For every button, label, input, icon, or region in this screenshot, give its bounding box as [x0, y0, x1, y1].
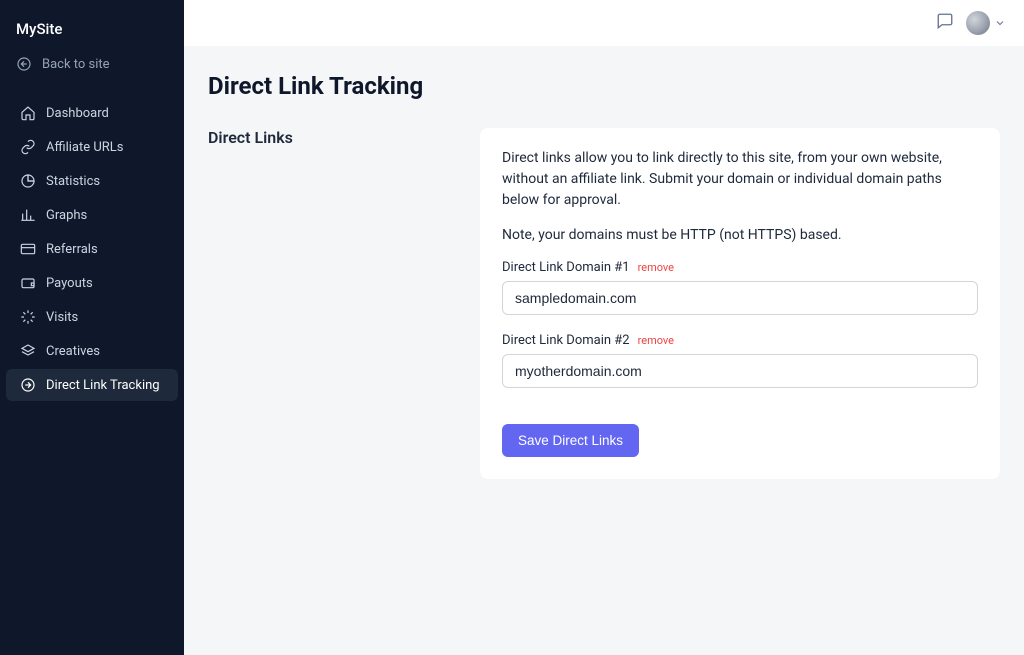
arrow-left-circle-icon	[16, 56, 32, 72]
sidebar-item-payouts[interactable]: Payouts	[6, 267, 178, 299]
domain-2-label: Direct Link Domain #2	[502, 333, 630, 348]
layers-icon	[20, 343, 36, 359]
back-to-site-label: Back to site	[42, 57, 110, 72]
sidebar-item-affiliate-urls[interactable]: Affiliate URLs	[6, 131, 178, 163]
site-title: MySite	[0, 16, 184, 46]
pie-chart-icon	[20, 173, 36, 189]
sidebar-item-label: Creatives	[46, 344, 100, 359]
domain-2-input[interactable]	[502, 354, 978, 388]
content-row: Direct Links Direct links allow you to l…	[208, 128, 1000, 479]
link-icon	[20, 139, 36, 155]
sidebar-item-dashboard[interactable]: Dashboard	[6, 97, 178, 129]
sidebar-item-label: Payouts	[46, 276, 93, 291]
sidebar-item-graphs[interactable]: Graphs	[6, 199, 178, 231]
sidebar-item-referrals[interactable]: Referrals	[6, 233, 178, 265]
sidebar-item-creatives[interactable]: Creatives	[6, 335, 178, 367]
sidebar-item-visits[interactable]: Visits	[6, 301, 178, 333]
back-to-site-link[interactable]: Back to site	[0, 46, 184, 82]
sidebar-item-label: Affiliate URLs	[46, 140, 124, 155]
wallet-icon	[20, 275, 36, 291]
sidebar: MySite Back to site Dashboard Affiliate …	[0, 0, 184, 655]
page-title: Direct Link Tracking	[208, 72, 1000, 100]
sidebar-item-direct-link-tracking[interactable]: Direct Link Tracking	[6, 369, 178, 401]
domain-1-remove-link[interactable]: remove	[638, 261, 674, 274]
panel-intro-text: Direct links allow you to link directly …	[502, 148, 978, 211]
sidebar-item-label: Referrals	[46, 242, 98, 257]
domain-2-remove-link[interactable]: remove	[638, 334, 674, 347]
topbar	[184, 0, 1024, 46]
domain-1-input[interactable]	[502, 281, 978, 315]
main-area: Direct Link Tracking Direct Links Direct…	[184, 0, 1024, 655]
arrow-right-circle-icon	[20, 377, 36, 393]
chevron-down-icon	[994, 14, 1006, 33]
avatar	[966, 11, 990, 35]
sidebar-item-label: Statistics	[46, 174, 100, 189]
section-heading: Direct Links	[208, 128, 456, 147]
credit-card-icon	[20, 241, 36, 257]
sparkle-icon	[20, 309, 36, 325]
sidebar-item-label: Graphs	[46, 208, 87, 223]
content: Direct Link Tracking Direct Links Direct…	[184, 46, 1024, 505]
sidebar-item-label: Dashboard	[46, 106, 109, 121]
sidebar-item-label: Direct Link Tracking	[46, 378, 160, 393]
sidebar-item-label: Visits	[46, 310, 78, 325]
panel-note-text: Note, your domains must be HTTP (not HTT…	[502, 225, 978, 246]
domain-field-1: Direct Link Domain #1 remove	[502, 260, 978, 315]
save-direct-links-button[interactable]: Save Direct Links	[502, 424, 639, 457]
bar-chart-icon	[20, 207, 36, 223]
sidebar-item-statistics[interactable]: Statistics	[6, 165, 178, 197]
domain-1-label: Direct Link Domain #1	[502, 260, 630, 275]
user-menu[interactable]	[966, 11, 1006, 35]
home-icon	[20, 105, 36, 121]
domain-field-2: Direct Link Domain #2 remove	[502, 333, 978, 388]
direct-links-panel: Direct links allow you to link directly …	[480, 128, 1000, 479]
chat-icon[interactable]	[936, 12, 954, 34]
